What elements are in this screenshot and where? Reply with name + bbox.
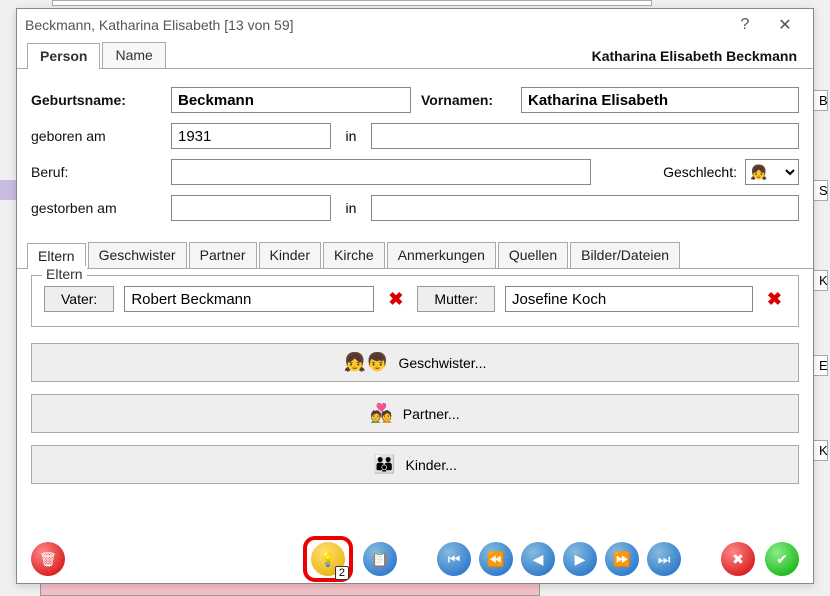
- tips-highlight: 💡 2: [303, 536, 353, 582]
- input-gestorben-in[interactable]: [371, 195, 799, 221]
- mutter-button[interactable]: Mutter:: [417, 286, 495, 312]
- nav-prev-button[interactable]: ◀: [521, 542, 555, 576]
- input-geboren-in[interactable]: [371, 123, 799, 149]
- titlebar: Beckmann, Katharina Elisabeth [13 von 59…: [17, 9, 813, 41]
- copy-icon: 📋: [371, 551, 388, 568]
- tab-person[interactable]: Person: [27, 43, 100, 69]
- trash-icon: 🗑: [39, 551, 57, 568]
- input-gestorben-am[interactable]: [171, 195, 331, 221]
- tab-kirche[interactable]: Kirche: [323, 242, 385, 268]
- window-title: Beckmann, Katharina Elisabeth [13 von 59…: [25, 17, 725, 33]
- label-gestorben-am: gestorben am: [31, 200, 161, 216]
- tips-count-badge: 2: [335, 566, 349, 580]
- nav-last-button[interactable]: ⏭: [647, 542, 681, 576]
- delete-button[interactable]: 🗑: [31, 542, 65, 576]
- partner-label: Partner...: [403, 406, 460, 422]
- label-beruf: Beruf:: [31, 164, 161, 180]
- kinder-label: Kinder...: [406, 457, 457, 473]
- tab-name[interactable]: Name: [102, 42, 165, 68]
- input-vornamen[interactable]: [521, 87, 799, 113]
- nav-forward-button[interactable]: ⏩: [605, 542, 639, 576]
- bg-cell: K: [812, 440, 828, 461]
- kinder-button[interactable]: 👪 Kinder...: [31, 445, 799, 484]
- children-icon: 👪: [373, 454, 395, 475]
- rewind-icon: ⏪: [487, 551, 504, 568]
- copy-button[interactable]: 📋: [363, 542, 397, 576]
- bg-cell: E: [812, 355, 828, 376]
- next-icon: ▶: [575, 551, 586, 568]
- forward-icon: ⏩: [613, 551, 630, 568]
- relations-area: Eltern Vater: ✖ Mutter: ✖ 👧👦 Geschwister…: [17, 269, 813, 498]
- tab-bilder[interactable]: Bilder/Dateien: [570, 242, 680, 268]
- mid-tabs: Eltern Geschwister Partner Kinder Kirche…: [17, 241, 813, 269]
- label-geburtsname: Geburtsname:: [31, 92, 161, 108]
- cancel-icon: ✖: [732, 551, 744, 568]
- remove-mutter-icon[interactable]: ✖: [763, 289, 786, 310]
- geschwister-label: Geschwister...: [398, 355, 486, 371]
- help-button[interactable]: ?: [725, 16, 765, 34]
- bottom-toolbar: 🗑 💡 2 📋 ⏮ ⏪ ◀ ▶ ⏩ ⏭ ✖ ✔: [17, 535, 813, 583]
- form-area: Geburtsname: Vornamen: geboren am in Ber…: [17, 69, 813, 237]
- bg-cell: B: [812, 90, 828, 111]
- partner-icon: 💑: [370, 403, 392, 424]
- label-geboren-in: in: [341, 128, 361, 144]
- eltern-legend: Eltern: [42, 266, 87, 282]
- siblings-icon: 👧👦: [344, 352, 389, 373]
- tab-kinder[interactable]: Kinder: [259, 242, 321, 268]
- prev-icon: ◀: [533, 551, 544, 568]
- input-mutter[interactable]: [505, 286, 753, 312]
- input-geburtsname[interactable]: [171, 87, 411, 113]
- remove-vater-icon[interactable]: ✖: [384, 289, 407, 310]
- nav-group: ⏮ ⏪ ◀ ▶ ⏩ ⏭: [437, 542, 681, 576]
- bg-cell: K: [812, 270, 828, 291]
- cancel-button[interactable]: ✖: [721, 542, 755, 576]
- label-geschlecht: Geschlecht:: [663, 164, 737, 180]
- vater-button[interactable]: Vater:: [44, 286, 114, 312]
- tab-anmerkungen[interactable]: Anmerkungen: [387, 242, 496, 268]
- tab-quellen[interactable]: Quellen: [498, 242, 568, 268]
- ok-button[interactable]: ✔: [765, 542, 799, 576]
- person-dialog: Beckmann, Katharina Elisabeth [13 von 59…: [16, 8, 814, 584]
- label-vornamen: Vornamen:: [421, 92, 511, 108]
- geschwister-button[interactable]: 👧👦 Geschwister...: [31, 343, 799, 382]
- input-vater[interactable]: [124, 286, 374, 312]
- tips-button[interactable]: 💡 2: [311, 542, 345, 576]
- last-icon: ⏭: [658, 551, 671, 568]
- input-geboren-am[interactable]: [171, 123, 331, 149]
- label-geboren-am: geboren am: [31, 128, 161, 144]
- tab-partner[interactable]: Partner: [189, 242, 257, 268]
- bg-row: [52, 0, 652, 6]
- label-gestorben-in: in: [341, 200, 361, 216]
- nav-rewind-button[interactable]: ⏪: [479, 542, 513, 576]
- top-tabs: Person Name Katharina Elisabeth Beckmann: [17, 41, 813, 69]
- gender-group: Geschlecht: 👧: [663, 159, 799, 185]
- person-fullname: Katharina Elisabeth Beckmann: [586, 44, 803, 68]
- check-icon: ✔: [776, 551, 788, 568]
- tab-geschwister[interactable]: Geschwister: [88, 242, 187, 268]
- nav-first-button[interactable]: ⏮: [437, 542, 471, 576]
- bg-selection: [0, 180, 16, 200]
- input-beruf[interactable]: [171, 159, 591, 185]
- close-button[interactable]: ✕: [765, 15, 805, 35]
- partner-button[interactable]: 💑 Partner...: [31, 394, 799, 433]
- select-geschlecht[interactable]: 👧: [745, 159, 799, 185]
- eltern-fieldset: Eltern Vater: ✖ Mutter: ✖: [31, 275, 799, 327]
- first-icon: ⏮: [448, 551, 461, 568]
- bulb-icon: 💡: [319, 551, 336, 568]
- bg-cell: S: [812, 180, 828, 201]
- nav-next-button[interactable]: ▶: [563, 542, 597, 576]
